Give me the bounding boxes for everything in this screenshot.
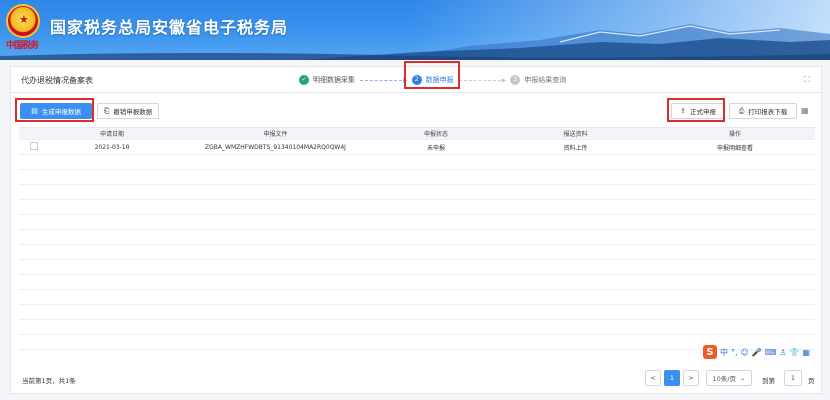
material-upload-link[interactable]: 资料上传	[496, 143, 655, 152]
col-declaration-status: 申报状态	[423, 131, 448, 138]
table-row-empty	[19, 230, 815, 245]
ime-user-icon[interactable]: ♙	[779, 348, 786, 357]
highlight-box-submit	[667, 98, 725, 122]
ime-toolbox-icon[interactable]: ▦	[803, 348, 811, 357]
cell-file-link[interactable]: ZGBA_WMZHFWDBTS_91340104MA2RQ0QW4J	[175, 144, 376, 151]
row-checkbox-cell	[19, 142, 49, 152]
step-connector	[458, 79, 501, 81]
col-submitted-material: 报送资料	[563, 131, 588, 138]
table-row-empty	[19, 335, 815, 350]
ime-punctuation-icon[interactable]: °,	[731, 348, 738, 357]
ime-keyboard-icon[interactable]: ⌨	[765, 348, 777, 357]
step-label: 明细数据采集	[313, 76, 355, 84]
row-checkbox[interactable]	[30, 142, 38, 150]
ime-skin-icon[interactable]: 👕	[790, 348, 800, 357]
goto-page-input[interactable]: 1	[784, 370, 802, 386]
table-row-empty	[19, 245, 815, 260]
chevron-down-icon: ⌄	[740, 374, 746, 382]
table-row-empty	[19, 275, 815, 290]
step-number: 3	[510, 75, 521, 85]
sogou-ime-icon[interactable]: S	[703, 345, 717, 359]
table-row-empty	[19, 290, 815, 305]
emblem-caption: 中国税务	[6, 41, 39, 51]
table-row: 2021-03-10 ZGBA_WMZHFWDBTS_91340104MA2RQ…	[19, 140, 815, 155]
step-label: 申报结果查询	[524, 76, 567, 84]
printer-icon: ⎙	[738, 106, 745, 115]
page-size-value: 10条/页	[712, 375, 736, 383]
print-label: 打印报表下载	[748, 108, 788, 116]
table-header-row: 申请日期 申报文件 申报状态 报送资料 操作	[19, 127, 815, 140]
highlight-box-generate	[15, 98, 94, 122]
table-row-empty	[19, 185, 815, 200]
col-apply-date: 申请日期	[99, 131, 124, 138]
arrow-right-icon: ▶	[501, 76, 507, 84]
header-banner: ★ 中国税务 国家税务总局安徽省电子税务局	[0, 0, 830, 60]
revoke-icon: ⎗	[103, 106, 110, 115]
view-detail-link[interactable]: 申报明细查看	[655, 143, 815, 152]
prev-page-button[interactable]: <	[645, 370, 661, 386]
ime-emoji-icon[interactable]: ☺	[741, 348, 749, 357]
col-operation: 操作	[728, 131, 741, 138]
page-1-button[interactable]: 1	[664, 370, 680, 386]
cell-date: 2021-03-10	[94, 143, 130, 151]
col-declaration-file: 申报文件	[263, 131, 288, 138]
table-row-empty	[19, 260, 815, 275]
step-connector	[360, 79, 402, 81]
check-icon: ✓	[299, 75, 309, 85]
fullscreen-icon[interactable]: ⛶	[804, 75, 813, 84]
ime-chinese-mode-icon[interactable]: 中	[720, 347, 728, 358]
column-settings-icon[interactable]: ▦	[801, 107, 809, 115]
revoke-declaration-button[interactable]: ⎗ 撤销申报数据	[97, 103, 159, 119]
pagination-summary: 当前第1页，共1条	[22, 377, 76, 385]
goto-label: 到第	[762, 377, 775, 385]
table-row-empty	[19, 305, 815, 320]
page-size-select[interactable]: 10条/页 ⌄	[706, 370, 752, 386]
table-row-empty	[19, 200, 815, 215]
declaration-table: 申请日期 申报文件 申报状态 报送资料 操作 2021-03-10 ZGBA_W…	[19, 127, 815, 350]
ime-voice-icon[interactable]: 🎤	[752, 348, 762, 357]
site-title: 国家税务总局安徽省电子税务局	[50, 18, 289, 37]
card-title: 代办退税情况备案表	[21, 76, 93, 85]
highlight-box-step	[404, 61, 460, 89]
table-row-empty	[19, 155, 815, 170]
table-row-empty	[19, 215, 815, 230]
table-row-empty	[19, 320, 815, 335]
next-page-button[interactable]: >	[683, 370, 699, 386]
ime-toolbar: S 中 °, ☺ 🎤 ⌨ ♙ 👕 ▦	[703, 344, 810, 360]
table-row-empty	[19, 170, 815, 185]
page-unit-label: 页	[808, 377, 815, 385]
tax-emblem-icon: ★	[6, 4, 40, 38]
step-result-query[interactable]: 3 申报结果查询	[510, 75, 566, 85]
step-detail-collection[interactable]: ✓ 明细数据采集	[299, 75, 355, 85]
cell-status: 未申报	[426, 144, 445, 152]
print-download-button[interactable]: ⎙ 打印报表下载	[729, 103, 797, 119]
revoke-label: 撤销申报数据	[113, 108, 153, 116]
